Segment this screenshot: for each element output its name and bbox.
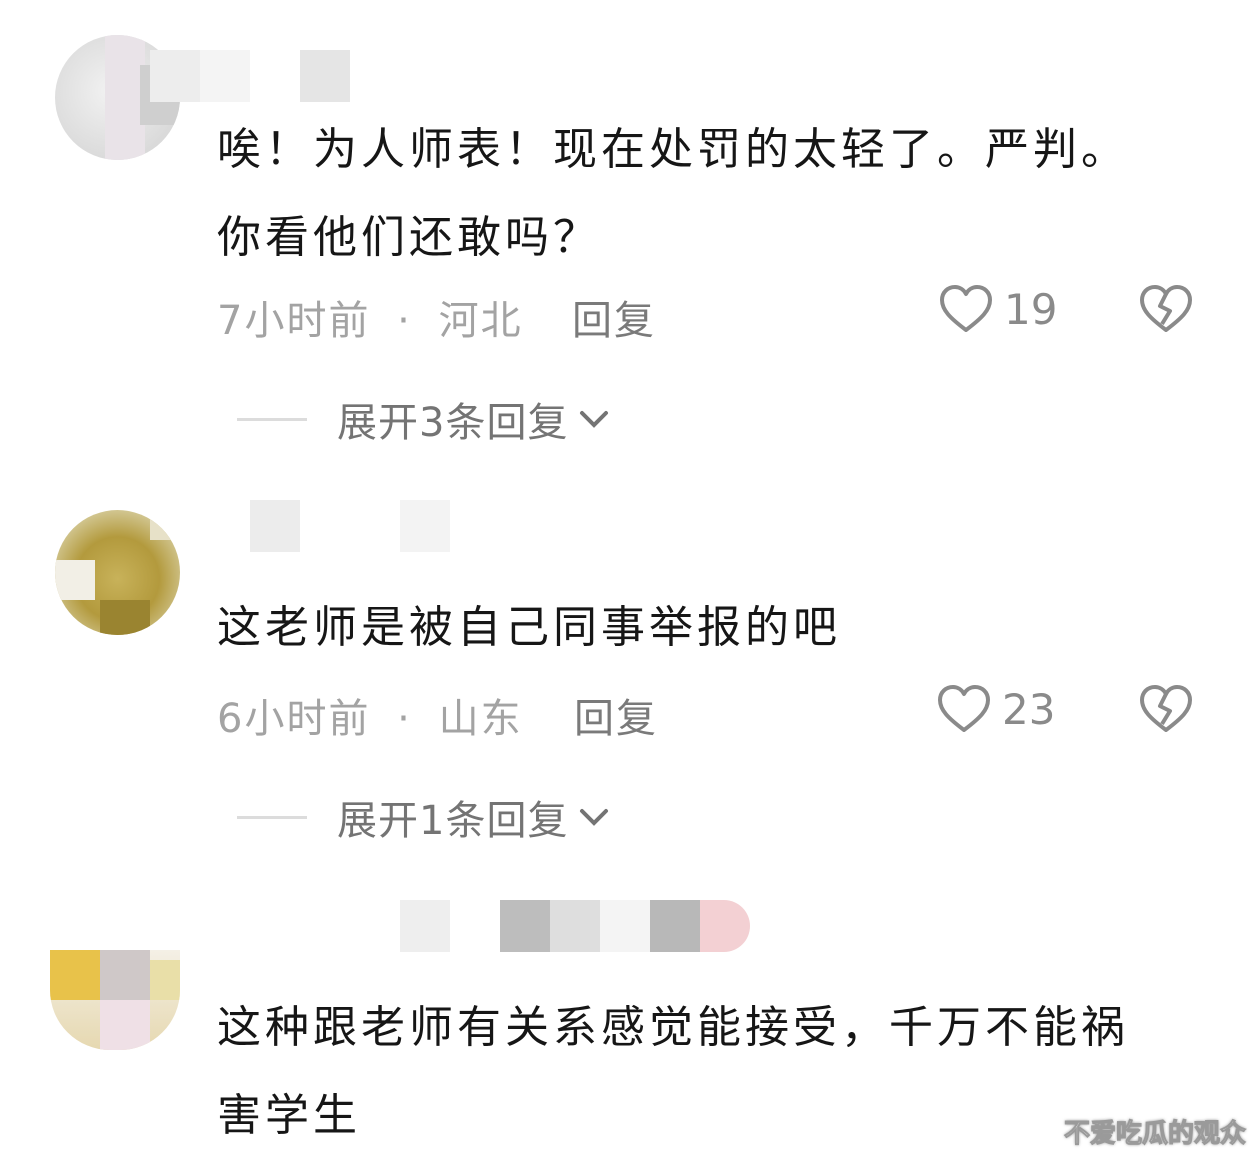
comment-line: 这老师是被自己同事举报的吧 <box>217 602 841 653</box>
comment-line: 这种跟老师有关系感觉能接受，千万不能祸 <box>217 1002 1129 1053</box>
comment-line: 害学生 <box>217 1090 361 1141</box>
chevron-down-icon <box>580 809 609 826</box>
username[interactable] <box>250 500 450 552</box>
expand-replies[interactable]: 展开1条回复 <box>237 788 614 846</box>
reply-button[interactable]: 回复 <box>574 686 658 744</box>
expand-replies[interactable]: 展开3条回复 <box>237 390 614 448</box>
divider <box>237 815 307 819</box>
comment-location: 山东 <box>438 696 523 742</box>
username[interactable] <box>400 900 750 952</box>
like-count: 23 <box>1002 684 1056 734</box>
expand-label: 展开1条回复 <box>337 798 569 844</box>
comment-3: 这种跟老师有关系感觉能接受，千万不能祸 害学生 <box>0 0 1258 1141</box>
broken-heart-icon <box>1140 685 1192 732</box>
avatar[interactable] <box>55 510 180 635</box>
expand-label: 展开3条回复 <box>337 400 569 446</box>
heart-outline-icon <box>938 685 990 732</box>
dislike-button[interactable] <box>1138 684 1194 738</box>
comment-time: 6小时前 <box>217 696 371 742</box>
comment-meta: 6小时前 · 山东 <box>217 686 523 744</box>
comment-text: 这老师是被自己同事举报的吧 <box>217 584 841 672</box>
like-button[interactable]: 23 <box>936 684 1055 734</box>
divider <box>237 417 307 421</box>
meta-separator: · <box>397 696 412 742</box>
comment-text: 这种跟老师有关系感觉能接受，千万不能祸 害学生 <box>217 984 1129 1160</box>
chevron-down-icon <box>580 411 609 428</box>
watermark: 不爱吃瓜的观众 <box>1063 1119 1246 1150</box>
avatar[interactable] <box>50 950 180 1050</box>
